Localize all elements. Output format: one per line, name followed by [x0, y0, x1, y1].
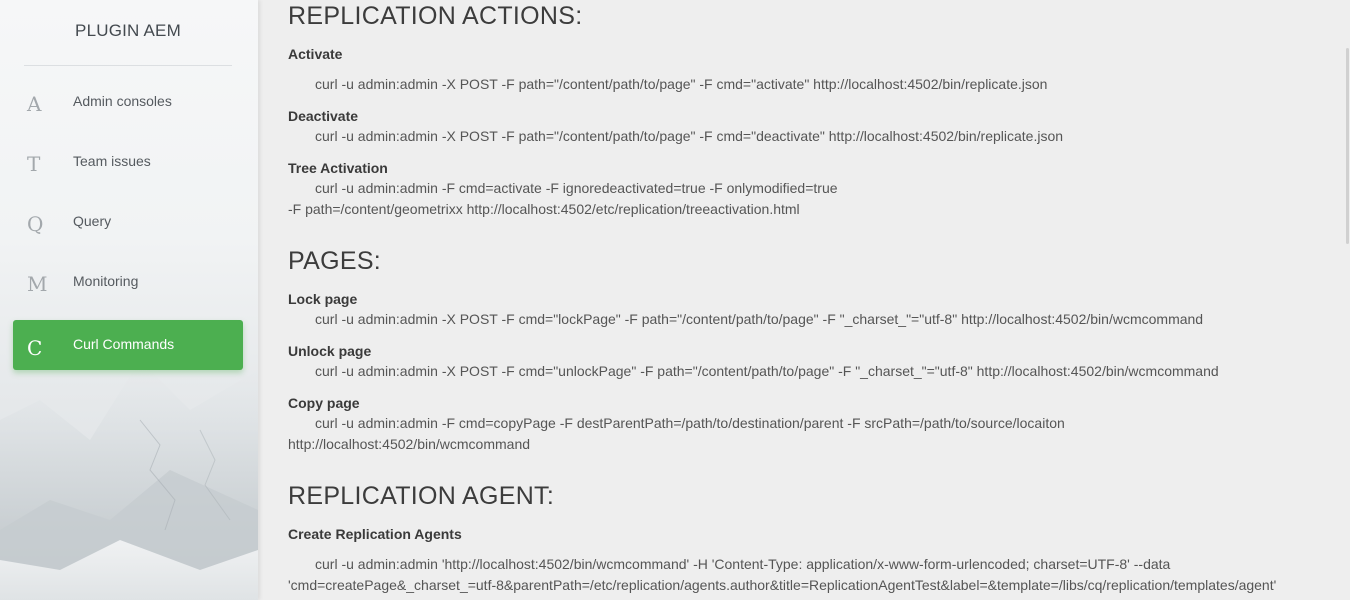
app-title: PLUGIN AEM: [24, 0, 232, 66]
sidebar-item-label: Query: [73, 213, 112, 229]
sidebar-nav: A Admin consoles T Team issues Q Query M…: [13, 80, 243, 380]
command-text-lock-page: curl -u admin:admin -X POST -F cmd="lock…: [315, 311, 1204, 327]
monitoring-letter-icon: M: [27, 272, 48, 296]
sidebar-item-label: Admin consoles: [73, 93, 172, 109]
sidebar-item-admin-consoles[interactable]: A Admin consoles: [13, 80, 243, 130]
team-issues-letter-icon: T: [27, 152, 41, 176]
command-text-create-agent-line2: 'cmd=createPage&_charset_=utf-8&parentPa…: [288, 577, 1277, 593]
sidebar-item-team-issues[interactable]: T Team issues: [13, 140, 243, 190]
scrollbar-thumb[interactable]: [1346, 48, 1349, 244]
command-title-unlock-page: Unlock page: [288, 343, 372, 359]
section-title-replication-agent: REPLICATION AGENT:: [288, 482, 555, 510]
command-title-lock-page: Lock page: [288, 291, 358, 307]
admin-consoles-letter-icon: A: [27, 92, 42, 116]
command-text-tree-activation-line1: curl -u admin:admin -F cmd=activate -F i…: [315, 180, 838, 196]
command-title-deactivate: Deactivate: [288, 108, 359, 124]
command-title-create-replication-agents: Create Replication Agents: [288, 526, 462, 542]
section-title-replication-actions: REPLICATION ACTIONS:: [288, 2, 583, 30]
query-letter-icon: Q: [27, 212, 44, 236]
command-text-activate: curl -u admin:admin -X POST -F path="/co…: [315, 76, 1048, 92]
sidebar-item-query[interactable]: Q Query: [13, 200, 243, 250]
sidebar: PLUGIN AEM A Admin consoles T Team issue…: [0, 0, 258, 600]
sidebar-item-curl-commands[interactable]: C Curl Commands: [13, 320, 243, 370]
command-text-unlock-page: curl -u admin:admin -X POST -F cmd="unlo…: [315, 363, 1219, 379]
sidebar-item-label: Team issues: [73, 153, 151, 169]
command-text-copy-page-line2: http://localhost:4502/bin/wcmcommand: [288, 436, 531, 452]
sidebar-item-label: Curl Commands: [73, 336, 175, 352]
curl-commands-letter-icon: C: [27, 336, 43, 360]
main-content: REPLICATION ACTIONS: Activate curl -u ad…: [288, 0, 1328, 600]
command-text-create-agent-line1: curl -u admin:admin 'http://localhost:45…: [315, 556, 1171, 572]
sidebar-item-label: Monitoring: [73, 273, 139, 289]
command-title-tree-activation: Tree Activation: [288, 160, 388, 176]
command-text-copy-page-line1: curl -u admin:admin -F cmd=copyPage -F d…: [315, 415, 1065, 431]
command-text-tree-activation-line2: -F path=/content/geometrixx http://local…: [288, 201, 800, 217]
command-text-deactivate: curl -u admin:admin -X POST -F path="/co…: [315, 128, 1064, 144]
sidebar-item-monitoring[interactable]: M Monitoring: [13, 260, 243, 310]
section-title-pages: PAGES:: [288, 247, 382, 275]
command-title-activate: Activate: [288, 46, 343, 62]
vertical-scrollbar[interactable]: [1342, 0, 1350, 600]
command-title-copy-page: Copy page: [288, 395, 360, 411]
